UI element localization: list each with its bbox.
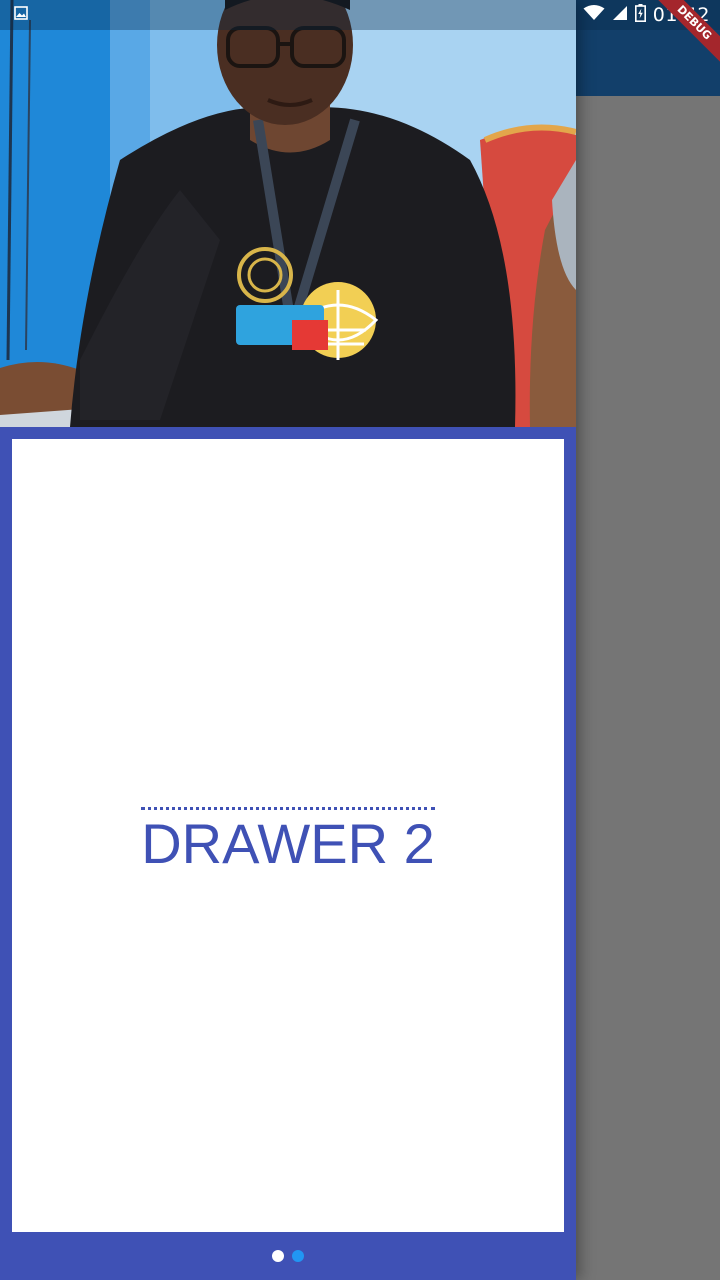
drawer-title: DRAWER 2 xyxy=(12,807,564,872)
battery-charging-icon xyxy=(634,3,646,27)
cell-signal-icon xyxy=(612,5,628,26)
drawer-header-photo xyxy=(0,0,576,427)
wifi-icon xyxy=(583,4,605,26)
drawer-page-card: DRAWER 2 xyxy=(12,439,564,1232)
page-indicator-dot-1[interactable] xyxy=(272,1250,284,1262)
image-notification-icon xyxy=(14,5,28,25)
page-indicator-dot-2[interactable] xyxy=(292,1250,304,1262)
page-indicator xyxy=(0,1232,576,1280)
drawer-scrim[interactable] xyxy=(576,96,720,1280)
status-bar: 01:42 xyxy=(0,0,720,30)
drawer-title-text: DRAWER 2 xyxy=(141,807,435,872)
navigation-drawer[interactable]: DRAWER 2 xyxy=(0,0,576,1280)
status-left xyxy=(14,5,28,25)
